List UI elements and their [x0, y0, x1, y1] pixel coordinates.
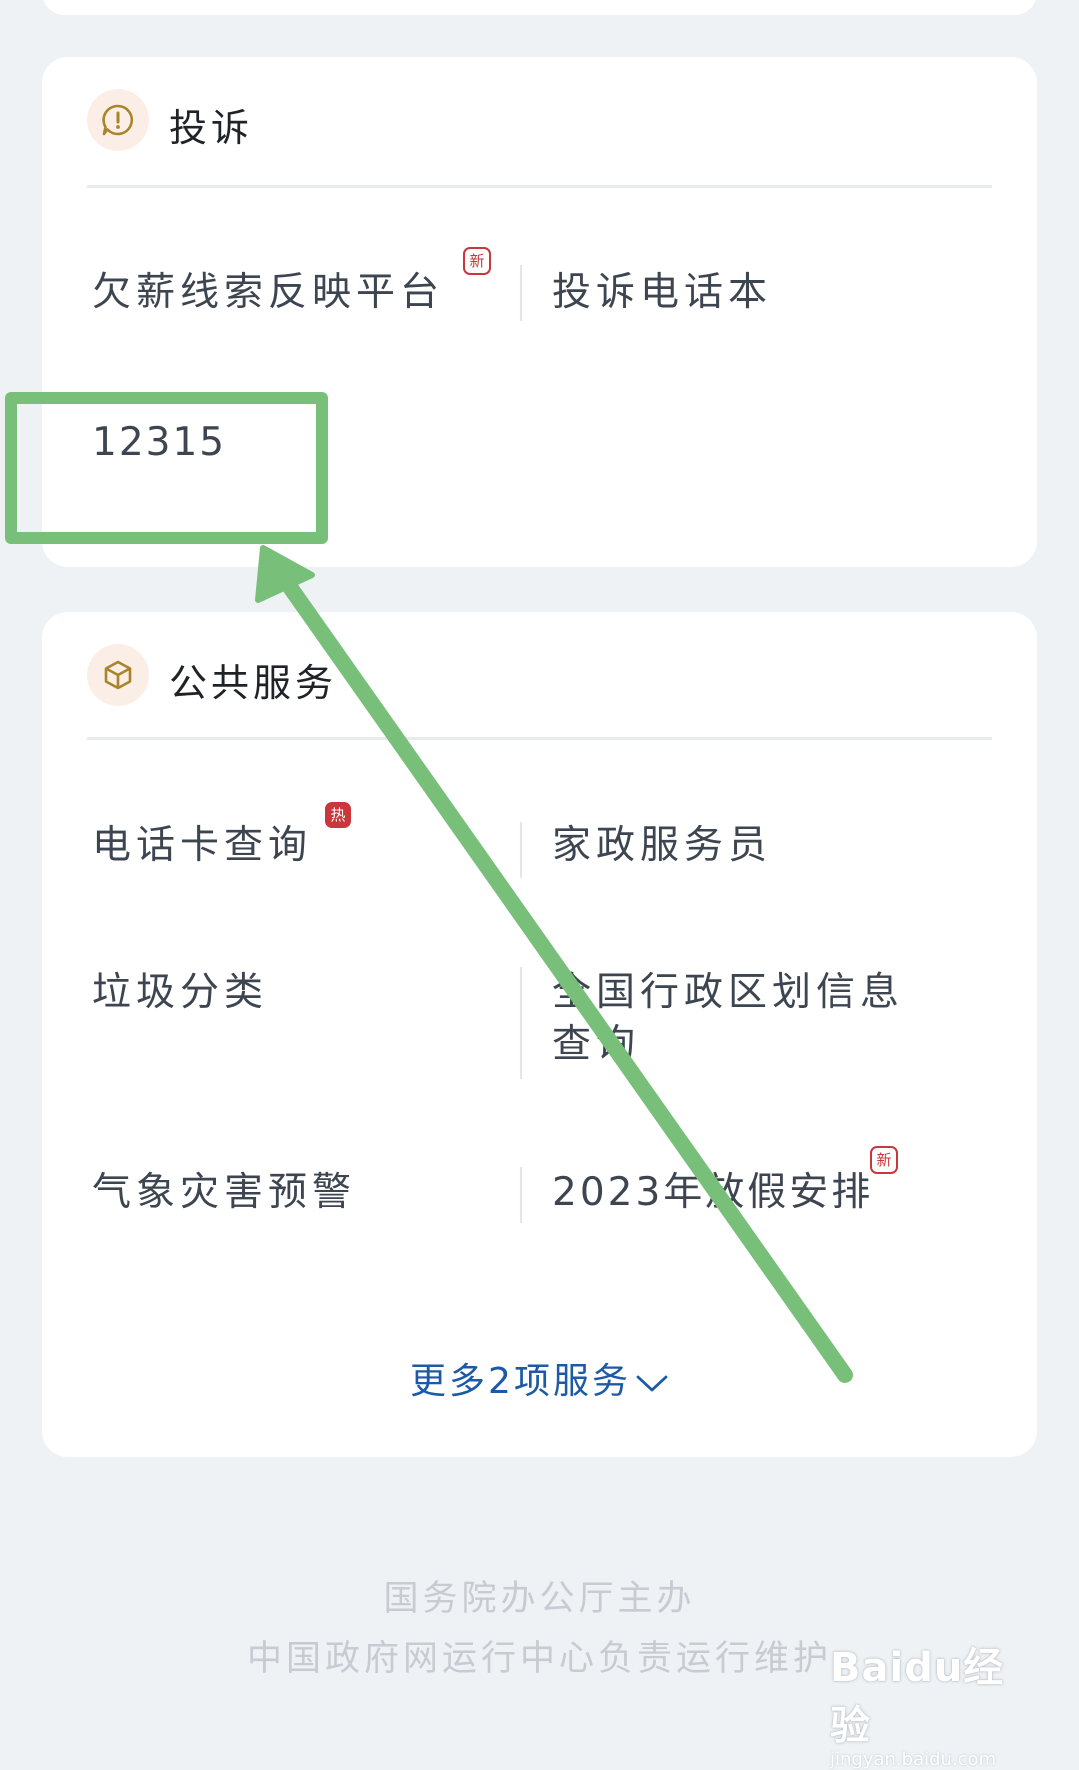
cube-icon	[87, 644, 149, 706]
chevron-down-icon	[635, 1363, 669, 1404]
service-item-label: 电话卡查询	[92, 823, 313, 868]
service-item-label: 2023年放假安排	[552, 1170, 874, 1215]
service-item-holiday-schedule[interactable]: 2023年放假安排	[552, 1167, 873, 1219]
service-item-label: 家政服务员	[552, 823, 773, 868]
highlight-box	[5, 392, 328, 544]
more-services-link[interactable]: 更多2项服务	[42, 1352, 1037, 1404]
hot-badge: 热	[325, 802, 351, 828]
baidu-watermark: Baidu经验 jingyan.baidu.com	[830, 1635, 1030, 1770]
service-item-garbage-sorting[interactable]: 垃圾分类	[92, 967, 268, 1019]
public-service-card: 公共服务 电话卡查询 热 家政服务员 垃圾分类 全国行政区划信息查询 气象灾害预…	[42, 612, 1037, 1457]
public-service-title: 公共服务	[169, 661, 338, 705]
divider	[520, 967, 522, 1079]
service-item-label: 投诉电话本	[552, 270, 773, 315]
divider	[520, 265, 522, 321]
public-service-header: 公共服务	[87, 612, 992, 740]
service-item-phone-card-query[interactable]: 电话卡查询	[92, 820, 312, 872]
more-services-label: 更多2项服务	[410, 1361, 631, 1402]
new-badge: 新	[870, 1146, 898, 1174]
service-item-label: 全国行政区划信息查询	[552, 970, 905, 1067]
service-item-wage-arrears[interactable]: 欠薪线索反映平台	[92, 267, 444, 319]
service-item-admin-division-query[interactable]: 全国行政区划信息查询	[552, 967, 932, 1071]
complaint-header: 投诉	[87, 57, 992, 188]
divider	[520, 1167, 522, 1223]
service-item-label: 气象灾害预警	[92, 1170, 357, 1215]
watermark-brand: Baidu经验	[830, 1645, 1005, 1749]
service-item-domestic-worker[interactable]: 家政服务员	[552, 820, 772, 872]
alert-bubble-icon	[87, 89, 149, 151]
footer-sponsor: 国务院办公厅主办	[383, 1579, 696, 1619]
service-item-weather-warning[interactable]: 气象灾害预警	[92, 1167, 356, 1219]
new-badge: 新	[463, 247, 491, 275]
previous-card	[42, 0, 1037, 15]
service-item-complaint-phonebook[interactable]: 投诉电话本	[552, 267, 772, 319]
service-item-label: 欠薪线索反映平台	[92, 270, 445, 315]
complaint-title: 投诉	[169, 106, 254, 150]
watermark-url: jingyan.baidu.com	[830, 1749, 997, 1770]
divider	[520, 822, 522, 878]
service-item-label: 垃圾分类	[92, 970, 269, 1015]
